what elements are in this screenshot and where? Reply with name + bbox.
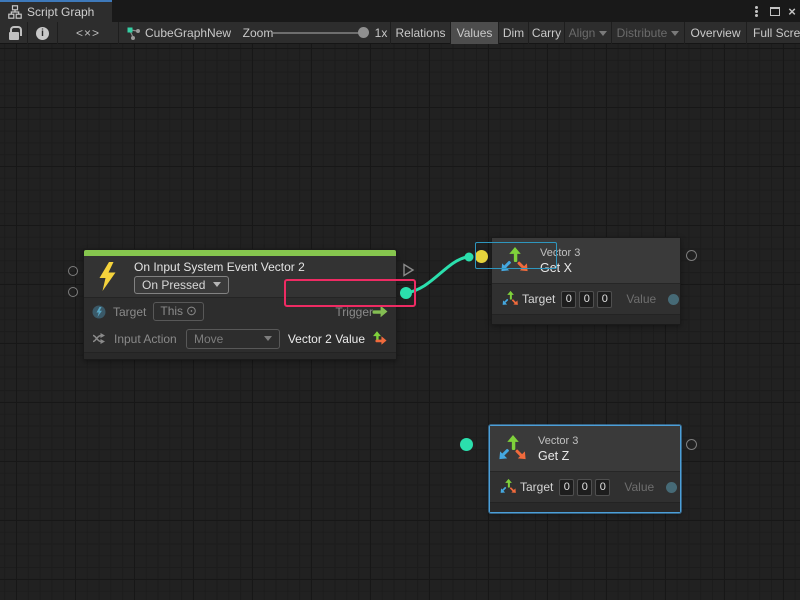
vector3-icon — [500, 436, 526, 462]
node-title: On Input System Event Vector 2 — [134, 260, 305, 274]
get-z-value-output-port[interactable] — [686, 439, 697, 450]
value-type-dot-icon — [668, 294, 679, 305]
object-dot-icon: ⊙ — [186, 303, 197, 319]
inspect-button[interactable] — [27, 22, 57, 44]
code-icon: <×> — [76, 26, 100, 40]
vector3-icon-small — [501, 479, 510, 494]
input-action-label: Input Action — [114, 332, 177, 346]
toolbar-button-carry[interactable]: Carry — [528, 22, 564, 44]
value-label: Value — [626, 292, 656, 306]
graph-name: CubeGraphNew — [145, 26, 231, 40]
maximize-icon[interactable] — [766, 0, 784, 22]
toolbar-button-distribute[interactable]: Distribute — [611, 22, 684, 44]
graph-asset-icon — [126, 26, 141, 41]
get-x-footer — [492, 314, 680, 324]
hierarchy-icon — [8, 5, 22, 19]
event-target-input-port[interactable] — [68, 266, 78, 276]
get-x-body: Target 0 0 0 Value — [492, 283, 680, 314]
event-action-input-port[interactable] — [68, 287, 78, 297]
target-label: Target — [522, 292, 555, 306]
script-graph-window: Script Graph × <×> CubeGraphNew — [0, 0, 800, 600]
zoom-label: Zoom — [243, 22, 273, 44]
tab-bar: Script Graph × — [0, 0, 800, 22]
event-node-footer — [84, 352, 396, 359]
node-vector3-get-z[interactable]: Vector 3 Get Z Target 0 0 0 Value — [489, 425, 681, 513]
vector-z-field[interactable]: 0 — [595, 479, 610, 496]
zoom-slider-track[interactable] — [273, 32, 365, 34]
get-z-footer — [490, 502, 680, 512]
vector2-value-label: Vector 2 Value — [288, 332, 365, 346]
chevron-down-icon — [671, 31, 679, 36]
lock-icon — [9, 32, 19, 40]
tab-script-graph[interactable]: Script Graph — [0, 0, 112, 22]
toolbar-button-align[interactable]: Align — [564, 22, 611, 44]
chevron-down-icon — [264, 336, 272, 341]
toolbar-button-overview[interactable]: Overview — [684, 22, 746, 44]
vector3-icon-small — [503, 291, 512, 306]
toolbar-button-relations[interactable]: Relations — [390, 22, 450, 44]
get-x-target-highlight-box — [475, 242, 557, 269]
input-action-row: Input Action Move Vector 2 Value — [84, 325, 396, 352]
target-this-chip[interactable]: This ⊙ — [153, 302, 204, 321]
toolbar-button-fullscreen[interactable]: Full Screen — [746, 22, 800, 44]
get-z-body: Target 0 0 0 Value — [490, 471, 680, 502]
lock-button[interactable] — [0, 22, 27, 44]
chevron-down-icon — [213, 282, 221, 287]
get-z-target-input-port[interactable] — [460, 438, 473, 451]
info-icon — [36, 27, 49, 40]
vector2-value-highlight-box — [284, 279, 416, 307]
get-x-value-output-port[interactable] — [686, 250, 697, 261]
chevron-down-icon — [599, 31, 607, 36]
zoom-value: 1x — [372, 22, 390, 44]
vector-y-field[interactable]: 0 — [577, 479, 592, 496]
zoom-slider-handle[interactable] — [358, 27, 369, 38]
target-label: Target — [113, 305, 146, 319]
graph-toolbar: <×> CubeGraphNew Zoom 1x Relations Value… — [0, 22, 800, 44]
node-title: Get Z — [538, 449, 578, 463]
window-menu-icon[interactable] — [748, 0, 764, 22]
lightning-bolt-icon — [97, 262, 118, 291]
vector-z-field[interactable]: 0 — [597, 291, 612, 308]
toolbar-button-values[interactable]: Values — [450, 22, 498, 44]
close-icon[interactable]: × — [784, 0, 800, 22]
graph-breadcrumb[interactable]: CubeGraphNew — [126, 22, 236, 44]
event-mode-dropdown[interactable]: On Pressed — [134, 276, 229, 294]
graph-canvas[interactable]: On Input System Event Vector 2 On Presse… — [0, 44, 800, 600]
code-view-button[interactable]: <×> — [57, 22, 119, 44]
get-z-header: Vector 3 Get Z — [490, 426, 680, 471]
value-label: Value — [624, 480, 654, 494]
toolbar-button-dim[interactable]: Dim — [498, 22, 528, 44]
input-action-dropdown[interactable]: Move — [186, 329, 280, 349]
trigger-output-port[interactable] — [402, 263, 415, 277]
event-target-icon — [92, 305, 106, 319]
node-type-label: Vector 3 — [538, 435, 578, 447]
vector-y-field[interactable]: 0 — [579, 291, 594, 308]
tab-title: Script Graph — [27, 5, 94, 19]
input-action-icon — [92, 332, 107, 345]
value-type-dot-icon — [666, 482, 677, 493]
target-label: Target — [520, 480, 553, 494]
vector-x-field[interactable]: 0 — [559, 479, 574, 496]
vector-x-field[interactable]: 0 — [561, 291, 576, 308]
vector2-type-icon — [370, 331, 388, 346]
